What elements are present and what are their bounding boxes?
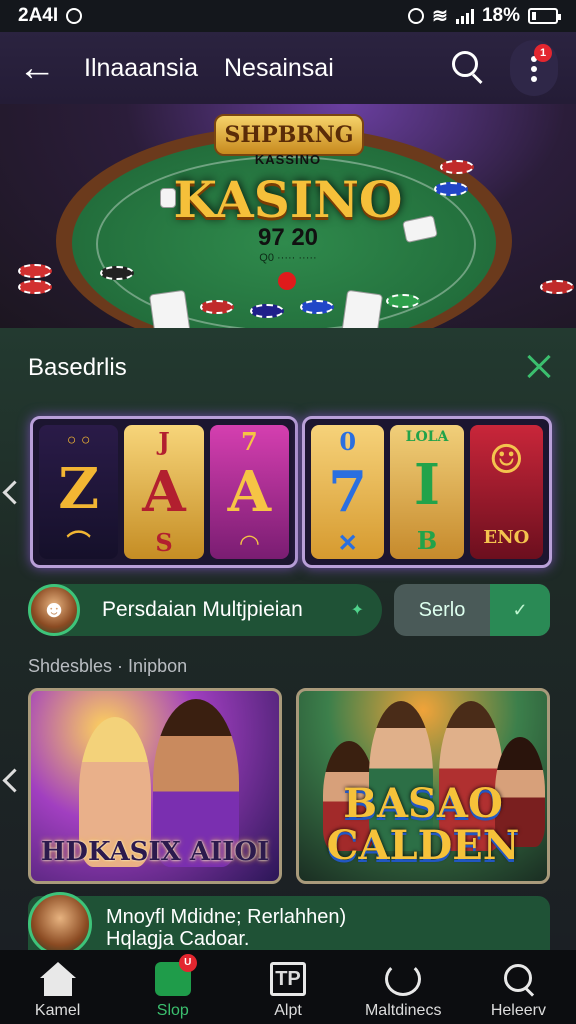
chip-stack-icon — [100, 266, 134, 280]
search-icon[interactable] — [444, 45, 490, 91]
chip-stack-icon — [18, 264, 52, 278]
status-bar: 2A4I ≋ 18% — [0, 0, 576, 32]
reel-symbol-bottom: ✕ — [337, 528, 358, 558]
reel-symbol-main: A — [142, 458, 186, 525]
bottom-navigation: Kamel U Slop TP Alpt Maltdinecs Heleerv — [0, 950, 576, 1024]
back-arrow-icon[interactable]: ← — [18, 49, 66, 87]
app-header: ← Ilnaaansia Nesainsai 1 — [0, 32, 576, 104]
section-title: Basedrlis — [28, 354, 127, 381]
reel-symbol-top: 7 — [240, 426, 258, 456]
refresh-icon — [385, 962, 422, 996]
avatar: ☻ — [28, 584, 80, 636]
subsection-title: Shdesbles · Inipbon — [28, 656, 188, 676]
game-card-title: HDKASIX AIIOI — [40, 837, 270, 867]
signal-icon — [455, 8, 474, 24]
hero-badge: SHPBRNG — [214, 114, 364, 156]
multiplayer-label: Persdaian Multjpieian — [102, 598, 303, 621]
slot-reel: ☺ ENO — [469, 425, 543, 559]
nav-label: Kamel — [34, 1002, 81, 1019]
game-card[interactable]: HDKASIX AIIOI — [28, 688, 282, 884]
nav-badge: U — [178, 954, 197, 972]
nav-slot[interactable]: U Slop — [115, 950, 230, 1024]
reel-symbol-bottom: ⌒ — [66, 528, 91, 558]
hero-banner[interactable]: SHPBRNG KASSINO KASINO 97 20 Q0 ····· ··… — [0, 104, 576, 328]
chip-stack-icon — [386, 294, 420, 308]
reel-symbol-bottom: S — [155, 528, 173, 558]
hero-title: KASINO — [173, 170, 403, 229]
nav-app[interactable]: TP Alpt — [230, 950, 345, 1024]
chip-stack-icon — [300, 300, 334, 314]
slot-machine-left[interactable]: ◦◦ Z ⌒ J A S 7 A ◠ — [30, 416, 298, 568]
notification-badge: 1 — [534, 44, 552, 62]
reel-symbol-top: ◦◦ — [64, 425, 93, 455]
chip-stack-icon — [18, 280, 52, 294]
playing-card — [148, 289, 192, 328]
home-icon — [39, 962, 76, 996]
reel-symbol-bottom: ENO — [483, 527, 530, 548]
reel-symbol-top: ☺ — [488, 436, 525, 483]
nav-search[interactable]: Heleerv — [461, 950, 576, 1024]
reel-symbol-bottom: ◠ — [238, 528, 260, 558]
reel-symbol-top: 0 — [339, 426, 357, 456]
alarm-icon — [408, 8, 425, 24]
notification-icon — [66, 8, 83, 24]
reel-symbol-main: A — [227, 458, 272, 525]
search-icon — [500, 962, 536, 996]
news-line-1: Mnoyfl Mdidne; Rerlahhen) — [106, 906, 347, 928]
sparkle-icon: ✦ — [350, 602, 364, 619]
header-title-left[interactable]: Ilnaaansia — [84, 54, 198, 83]
nav-home[interactable]: Kamel — [0, 950, 115, 1024]
news-item[interactable]: Mnoyfl Mdidne; Rerlahhen) Hqlagja Cadoar… — [28, 892, 550, 956]
mode-toggle[interactable]: Serlo ✓ — [394, 584, 550, 636]
news-line-2: Hqlagja Cadoar. — [106, 928, 250, 950]
slot-reel: J A S — [124, 425, 204, 559]
nav-refresh[interactable]: Maltdinecs — [346, 950, 461, 1024]
hero-small-text: Q0 ····· ····· — [259, 252, 317, 264]
battery-percent: 18% — [481, 5, 520, 26]
slot-icon: U — [154, 954, 197, 996]
roulette-ball — [278, 272, 296, 290]
avatar — [28, 892, 92, 956]
reel-symbol-main: Z — [58, 455, 100, 522]
check-icon: ✓ — [490, 584, 550, 636]
header-title-right[interactable]: Nesainsai — [224, 54, 334, 83]
hero-subtitle: KASSINO — [254, 152, 322, 167]
chip-stack-icon — [200, 300, 234, 314]
status-time: 2A4I — [18, 5, 59, 26]
nav-label: Alpt — [274, 1002, 302, 1019]
nav-label: Maltdinecs — [364, 1002, 442, 1019]
chip-stack-icon — [540, 280, 574, 294]
slot-reel: ◦◦ Z ⌒ — [39, 425, 119, 559]
hero-number: 97 20 — [257, 224, 319, 251]
reel-symbol-top: J — [158, 426, 170, 456]
battery-icon — [528, 8, 561, 24]
toggle-label: Serlo — [418, 599, 466, 621]
slot-reel: 0 7 ✕ — [311, 425, 385, 559]
more-menu-button[interactable]: 1 — [510, 40, 558, 96]
reel-symbol-main: 7 — [328, 458, 368, 525]
wifi-icon: ≋ — [432, 5, 448, 27]
close-icon[interactable] — [524, 352, 554, 382]
nav-label: Slop — [156, 1002, 189, 1019]
news-text: Mnoyfl Mdidne; Rerlahhen) Hqlagja Cadoar… — [106, 896, 346, 952]
game-card-title: BASAO CALDEN — [326, 780, 520, 869]
reel-symbol-top: LOLA — [405, 428, 449, 445]
game-card[interactable]: BASAO CALDEN — [296, 688, 550, 884]
playing-card — [340, 289, 384, 328]
chip-stack-icon — [440, 160, 474, 174]
nav-label: Heleerv — [490, 1002, 546, 1019]
app-icon: TP — [270, 962, 306, 996]
multiplayer-button[interactable]: ☻ Persdaian Multjpieian ✦ — [28, 584, 382, 636]
slot-reel: 7 A ◠ — [209, 425, 289, 559]
reel-symbol-bottom: B — [416, 526, 438, 556]
chip-stack-icon — [434, 182, 468, 196]
chip-stack-icon — [250, 304, 284, 318]
slot-machine-right[interactable]: 0 7 ✕ LOLA I B ☺ ENO — [302, 416, 552, 568]
reel-symbol-main: I — [413, 452, 441, 519]
playing-card — [160, 188, 176, 208]
slot-reel: LOLA I B — [390, 425, 464, 559]
